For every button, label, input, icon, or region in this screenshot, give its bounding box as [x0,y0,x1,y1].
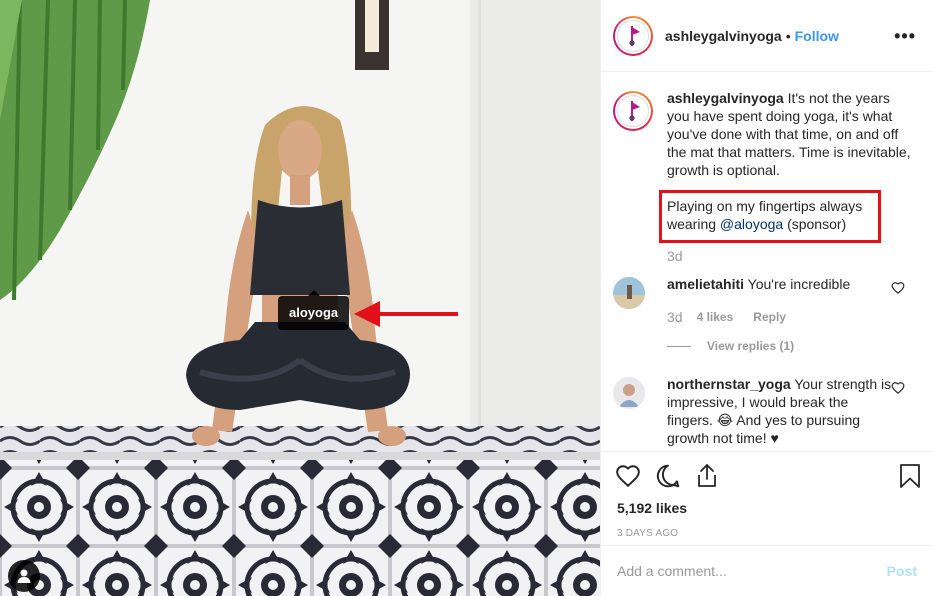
comment-avatar[interactable] [613,377,645,409]
post-header: ashleygalvinyoga • Follow ••• [601,0,932,72]
comment-username[interactable]: northernstar_yoga [667,376,791,392]
comment-username[interactable]: amelietahiti [667,276,744,292]
view-replies-line [667,345,691,347]
reply-button[interactable]: Reply [753,308,786,326]
bookmark-icon[interactable] [899,463,921,489]
like-heart-icon[interactable] [615,463,641,489]
product-tag[interactable]: aloyoga [278,290,350,330]
comment-likes[interactable]: 4 likes [697,308,734,326]
follow-button[interactable]: Follow [795,28,839,44]
add-comment-bar: Post [601,545,932,596]
view-replies[interactable]: View replies (1) [667,339,917,353]
likes-count[interactable]: 5,192 likes [601,500,932,516]
comment-input[interactable] [617,563,887,579]
avatar[interactable] [613,15,653,56]
post-comment-button[interactable]: Post [887,563,917,579]
user-tag-icon[interactable] [8,560,40,592]
red-arrow-annotation [354,301,458,327]
comment-text: You're incredible [747,276,851,292]
share-icon[interactable] [695,463,719,489]
comment-bubble-icon[interactable] [655,463,681,489]
comment-avatar[interactable] [613,277,645,309]
view-replies-label[interactable]: View replies (1) [707,339,794,353]
yoga-logo-icon [629,101,640,121]
comment-time[interactable]: 3d [667,308,683,326]
caption-username[interactable]: ashleygalvinyoga [667,90,784,106]
caption-avatar[interactable] [613,91,653,131]
comments-list[interactable]: ashleygalvinyoga It's not the years you … [601,73,932,451]
post-actions: 5,192 likes 3 DAYS AGO [601,451,932,539]
red-highlight-box [659,190,881,243]
header-username[interactable]: ashleygalvinyoga [665,28,782,44]
sponsor-line: Playing on my fingertips always wearing … [659,190,913,243]
post-sidebar: ashleygalvinyoga • Follow ••• ashleygalv… [600,0,932,596]
caption-time[interactable]: 3d [667,247,913,265]
post-caption: ashleygalvinyoga It's not the years you … [613,73,917,265]
more-options-icon[interactable]: ••• [894,27,916,45]
post-timestamp[interactable]: 3 DAYS AGO [601,528,932,539]
comment-like-heart-icon[interactable] [891,381,905,395]
comment-item: northernstar_yoga Your strength is impre… [613,375,917,447]
comment-like-heart-icon[interactable] [891,281,905,295]
post-photo[interactable]: aloyoga [0,0,600,596]
comment-item: amelietahiti You're incredible 3d 4 like… [613,275,917,326]
yoga-logo-icon [629,25,640,46]
header-separator: • [785,27,791,44]
